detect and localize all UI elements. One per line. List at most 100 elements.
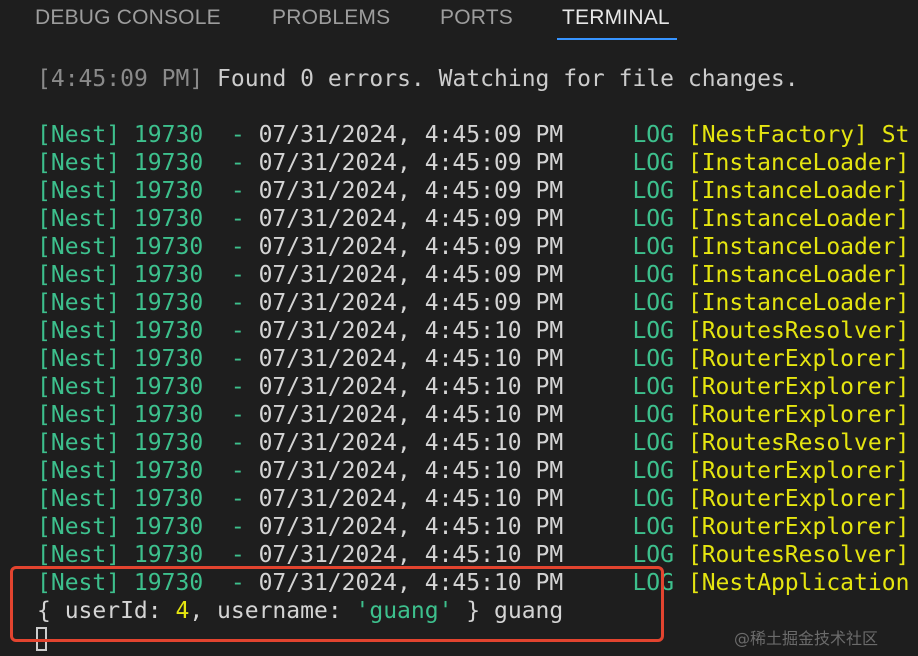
log-spacer — [563, 178, 632, 204]
log-spacer — [563, 402, 632, 428]
log-spacer — [674, 150, 688, 176]
log-context: [RouterExplorer] — [687, 402, 910, 428]
log-spacer — [563, 486, 632, 512]
log-context: [InstanceLoader] — [687, 150, 910, 176]
log-spacer — [674, 234, 688, 260]
log-level: LOG — [632, 430, 674, 456]
log-context: [RouterExplorer] — [687, 458, 910, 484]
log-context: [InstanceLoader] — [687, 290, 910, 316]
log-line: [Nest] 19730 - 07/31/2024, 4:45:09 PM LO… — [37, 233, 909, 261]
log-prefix: [Nest] 19730 - — [37, 290, 259, 316]
log-spacer — [674, 458, 688, 484]
log-context: [InstanceLoader] — [687, 206, 910, 232]
log-context: [NestFactory] St — [687, 122, 910, 148]
log-spacer — [563, 514, 632, 540]
log-prefix: [Nest] 19730 - — [37, 486, 259, 512]
log-context: [RouterExplorer] — [687, 514, 910, 540]
log-spacer — [563, 542, 632, 568]
log-line: [Nest] 19730 - 07/31/2024, 4:45:10 PM LO… — [37, 457, 909, 485]
timestamp-bracket-close: ] — [189, 66, 204, 92]
log-level: LOG — [632, 346, 674, 372]
terminal-output[interactable]: [4:45:09 PM] Found 0 errors. Watching fo… — [0, 0, 918, 656]
log-prefix: [Nest] 19730 - — [37, 122, 259, 148]
log-prefix: [Nest] 19730 - — [37, 178, 259, 204]
log-line: [Nest] 19730 - 07/31/2024, 4:45:09 PM LO… — [37, 289, 909, 317]
log-line: [Nest] 19730 - 07/31/2024, 4:45:09 PM LO… — [37, 149, 909, 177]
log-datetime: 07/31/2024, 4:45:09 PM — [258, 234, 564, 260]
log-spacer — [674, 570, 688, 596]
highlight-box — [10, 566, 664, 642]
log-spacer — [563, 150, 632, 176]
log-datetime: 07/31/2024, 4:45:10 PM — [258, 346, 564, 372]
log-prefix: [Nest] 19730 - — [37, 458, 259, 484]
log-datetime: 07/31/2024, 4:45:10 PM — [258, 430, 564, 456]
log-spacer — [563, 262, 632, 288]
log-prefix: [Nest] 19730 - — [37, 542, 259, 568]
log-level: LOG — [632, 514, 674, 540]
log-level: LOG — [632, 150, 674, 176]
log-prefix: [Nest] 19730 - — [37, 430, 259, 456]
timestamp-bracket-open: [ — [37, 66, 51, 92]
watch-timestamp: 4:45:09 PM — [50, 66, 190, 92]
log-spacer — [674, 514, 688, 540]
log-spacer — [563, 122, 632, 148]
log-line: [Nest] 19730 - 07/31/2024, 4:45:10 PM LO… — [37, 485, 909, 513]
log-spacer — [674, 206, 688, 232]
log-line: [Nest] 19730 - 07/31/2024, 4:45:09 PM LO… — [37, 261, 909, 289]
log-spacer — [674, 318, 688, 344]
log-context: [InstanceLoader] — [687, 178, 910, 204]
log-prefix: [Nest] 19730 - — [37, 234, 259, 260]
log-level: LOG — [632, 486, 674, 512]
log-level: LOG — [632, 542, 674, 568]
log-line: [Nest] 19730 - 07/31/2024, 4:45:10 PM LO… — [37, 373, 909, 401]
log-prefix: [Nest] 19730 - — [37, 318, 259, 344]
log-spacer — [674, 430, 688, 456]
log-spacer — [563, 234, 632, 260]
log-line: [Nest] 19730 - 07/31/2024, 4:45:09 PM LO… — [37, 205, 909, 233]
log-spacer — [674, 374, 688, 400]
log-datetime: 07/31/2024, 4:45:10 PM — [258, 374, 564, 400]
log-datetime: 07/31/2024, 4:45:10 PM — [258, 542, 564, 568]
log-datetime: 07/31/2024, 4:45:09 PM — [258, 290, 564, 316]
log-datetime: 07/31/2024, 4:45:10 PM — [258, 486, 564, 512]
log-line: [Nest] 19730 - 07/31/2024, 4:45:10 PM LO… — [37, 345, 909, 373]
log-spacer — [674, 122, 688, 148]
log-level: LOG — [632, 262, 674, 288]
log-spacer — [563, 206, 632, 232]
log-datetime: 07/31/2024, 4:45:10 PM — [258, 402, 564, 428]
log-context: [RouterExplorer] — [687, 374, 910, 400]
log-level: LOG — [632, 178, 674, 204]
log-prefix: [Nest] 19730 - — [37, 150, 259, 176]
log-line: [Nest] 19730 - 07/31/2024, 4:45:09 PM LO… — [37, 121, 909, 149]
log-datetime: 07/31/2024, 4:45:09 PM — [258, 150, 564, 176]
log-line: [Nest] 19730 - 07/31/2024, 4:45:10 PM LO… — [37, 429, 909, 457]
log-level: LOG — [632, 234, 674, 260]
watch-message: Found 0 errors. Watching for file change… — [203, 66, 799, 92]
log-spacer — [674, 290, 688, 316]
log-datetime: 07/31/2024, 4:45:10 PM — [258, 514, 564, 540]
log-datetime: 07/31/2024, 4:45:10 PM — [258, 318, 564, 344]
log-context: [InstanceLoader] — [687, 234, 910, 260]
log-spacer — [674, 346, 688, 372]
log-context: [RoutesResolver] — [687, 318, 910, 344]
terminal-panel: DEBUG CONSOLE PROBLEMS PORTS TERMINAL [4… — [0, 0, 918, 656]
log-datetime: 07/31/2024, 4:45:09 PM — [258, 206, 564, 232]
log-datetime: 07/31/2024, 4:45:09 PM — [258, 262, 564, 288]
log-spacer — [563, 430, 632, 456]
log-prefix: [Nest] 19730 - — [37, 514, 259, 540]
log-spacer — [674, 178, 688, 204]
log-spacer — [563, 374, 632, 400]
log-line: [Nest] 19730 - 07/31/2024, 4:45:10 PM LO… — [37, 541, 909, 569]
log-prefix: [Nest] 19730 - — [37, 346, 259, 372]
log-prefix: [Nest] 19730 - — [37, 262, 259, 288]
log-spacer — [563, 346, 632, 372]
log-datetime: 07/31/2024, 4:45:09 PM — [258, 122, 564, 148]
log-context: [RoutesResolver] — [687, 430, 910, 456]
watermark: @稀土掘金技术社区 — [734, 629, 879, 648]
log-context: [RouterExplorer] — [687, 486, 910, 512]
log-level: LOG — [632, 206, 674, 232]
log-context: [NestApplication — [687, 570, 910, 596]
log-prefix: [Nest] 19730 - — [37, 402, 259, 428]
log-context: [InstanceLoader] — [687, 262, 910, 288]
log-line: [Nest] 19730 - 07/31/2024, 4:45:10 PM LO… — [37, 513, 909, 541]
